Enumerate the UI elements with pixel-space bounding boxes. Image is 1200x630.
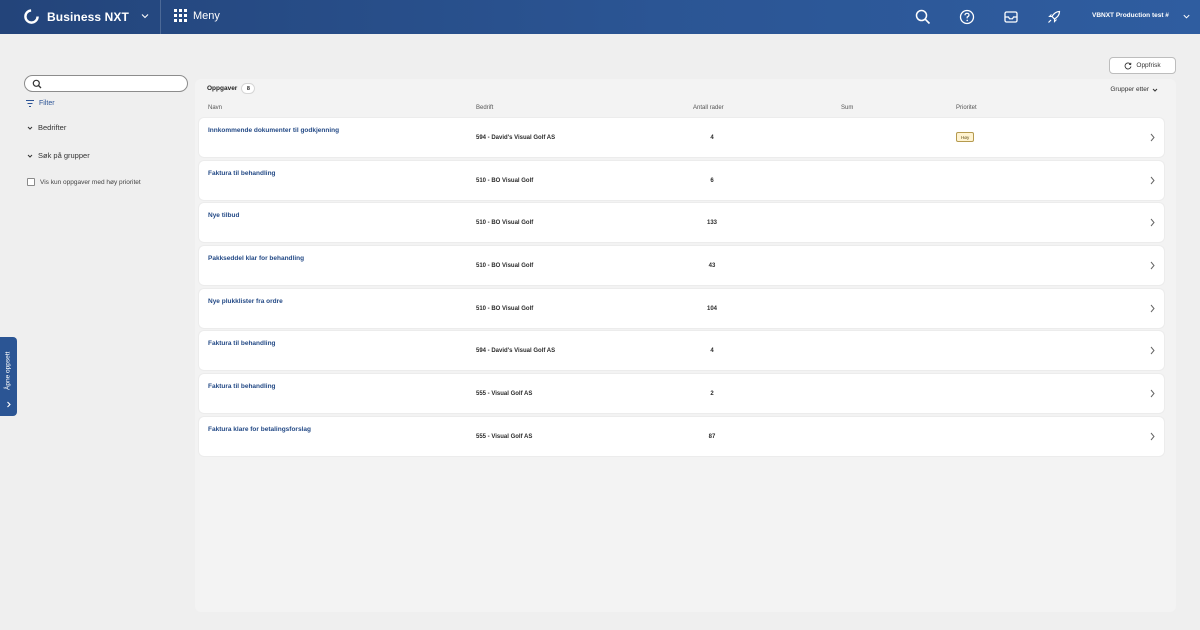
menu-label: Meny — [193, 9, 220, 22]
high-priority-checkbox[interactable] — [27, 178, 35, 186]
column-header-company[interactable]: Bedrift — [476, 105, 493, 111]
chevron-right-icon — [1150, 389, 1155, 398]
task-row-count: 87 — [708, 433, 716, 440]
task-company: 555 - Visual Golf AS — [476, 391, 533, 398]
task-name: Faktura til behandling — [208, 169, 276, 177]
task-row[interactable]: Faktura til behandling 510 - BO Visual G… — [199, 160, 1164, 200]
groups-filter-toggle[interactable]: Søk på grupper — [27, 151, 90, 160]
task-row[interactable]: Faktura til behandling 555 - Visual Golf… — [199, 374, 1164, 414]
chevron-right-icon — [1150, 304, 1155, 313]
filter-link[interactable]: Filter — [25, 99, 55, 108]
chevron-down-icon — [27, 126, 33, 130]
task-row-count: 43 — [708, 263, 716, 270]
search-icon — [32, 79, 42, 89]
search-input[interactable] — [45, 78, 183, 90]
task-name: Pakkseddel klar for behandling — [208, 255, 305, 263]
companies-filter-label: Bedrifter — [38, 123, 67, 132]
task-company: 594 - David's Visual Golf AS — [476, 135, 556, 141]
task-company: 510 - BO Visual Golf — [476, 263, 534, 270]
task-row[interactable]: Innkommende dokumenter til godkjenning 5… — [199, 118, 1164, 157]
high-priority-filter: Vis kun oppgaver med høy prioritet — [27, 178, 141, 186]
rocket-icon[interactable] — [1045, 8, 1063, 26]
refresh-button[interactable]: Oppfrisk — [1109, 57, 1176, 74]
task-row-count: 4 — [710, 135, 714, 141]
chevron-down-icon — [27, 154, 33, 158]
task-row[interactable]: Pakkseddel klar for behandling 510 - BO … — [199, 246, 1164, 286]
top-bar: Business NXT Meny VBNXT Production test … — [0, 0, 1200, 34]
task-row-count: 2 — [710, 391, 714, 398]
chevron-down-icon — [1152, 88, 1158, 92]
search-icon[interactable] — [914, 8, 932, 26]
refresh-label: Oppfrisk — [1136, 62, 1161, 69]
group-by-label: Grupper etter — [1110, 86, 1149, 93]
column-header-priority[interactable]: Prioritet — [956, 105, 977, 111]
groups-filter-label: Søk på grupper — [38, 151, 90, 160]
tasks-header: Oppgaver 8 — [207, 83, 256, 94]
tasks-count-badge: 8 — [241, 83, 256, 94]
grid-icon — [174, 9, 187, 22]
task-row[interactable]: Faktura klare for betalingsforslag 555 -… — [199, 416, 1164, 456]
task-company: 510 - BO Visual Golf — [476, 220, 534, 227]
task-row-count: 133 — [706, 220, 717, 227]
task-row-count: 6 — [710, 177, 714, 184]
task-name: Faktura til behandling — [208, 383, 276, 391]
column-header-sum[interactable]: Sum — [841, 105, 853, 111]
inbox-icon[interactable] — [1002, 8, 1020, 26]
priority-badge: Høy — [956, 132, 975, 142]
search-box[interactable] — [24, 75, 188, 92]
chevron-right-icon — [1150, 261, 1155, 270]
task-row-count: 104 — [706, 305, 717, 312]
task-name: Faktura til behandling — [208, 340, 276, 348]
tasks-panel: Oppgaver 8 Grupper etter Navn Bedrift An… — [195, 79, 1176, 612]
brand[interactable]: Business NXT — [24, 9, 129, 24]
brand-name: Business NXT — [47, 9, 129, 24]
brand-logo-icon — [24, 9, 39, 24]
menu-button[interactable]: Meny — [174, 9, 220, 22]
filter-label: Filter — [39, 100, 55, 107]
chevron-right-icon — [1150, 347, 1155, 355]
task-company: 510 - BO Visual Golf — [476, 305, 534, 312]
chevron-right-icon — [7, 401, 11, 408]
task-company: 555 - Visual Golf AS — [476, 433, 533, 440]
task-company: 594 - David's Visual Golf AS — [476, 348, 556, 355]
task-name: Nye plukklister fra ordre — [208, 297, 283, 305]
group-by-dropdown[interactable]: Grupper etter — [1110, 86, 1158, 93]
chevron-right-icon — [1150, 219, 1155, 227]
company-selector[interactable]: VBNXT Production test # — [1092, 12, 1169, 19]
chevron-right-icon — [1150, 133, 1155, 142]
chevron-right-icon — [1150, 176, 1155, 185]
column-header-name[interactable]: Navn — [208, 105, 222, 111]
companies-filter-toggle[interactable]: Bedrifter — [27, 123, 66, 132]
topbar-divider — [160, 0, 161, 34]
open-settings-label: Åpne oppsett — [4, 351, 12, 391]
chevron-down-icon[interactable] — [1182, 12, 1191, 21]
task-row[interactable]: Nye plukklister fra ordre 510 - BO Visua… — [199, 288, 1164, 328]
task-company: 510 - BO Visual Golf — [476, 177, 534, 184]
task-row[interactable]: Faktura til behandling 594 - David's Vis… — [199, 331, 1164, 371]
column-header-rows[interactable]: Antall rader — [693, 105, 724, 111]
refresh-icon — [1125, 62, 1132, 69]
tasks-title: Oppgaver — [207, 85, 238, 92]
help-icon[interactable] — [958, 8, 976, 26]
task-row[interactable]: Nye tilbud 510 - BO Visual Golf 133 — [199, 203, 1164, 243]
open-settings-tab[interactable]: Åpne oppsett — [0, 337, 17, 416]
task-name: Innkommende dokumenter til godkjenning — [208, 127, 340, 134]
high-priority-label: Vis kun oppgaver med høy prioritet — [40, 178, 141, 186]
task-name: Faktura klare for betalingsforslag — [208, 425, 311, 433]
task-list: Innkommende dokumenter til godkjenning 5… — [199, 118, 1164, 460]
chevron-down-icon[interactable] — [140, 11, 150, 21]
filter-icon — [26, 100, 34, 107]
task-row-count: 4 — [710, 348, 714, 355]
task-name: Nye tilbud — [208, 212, 240, 220]
chevron-right-icon — [1150, 432, 1155, 441]
